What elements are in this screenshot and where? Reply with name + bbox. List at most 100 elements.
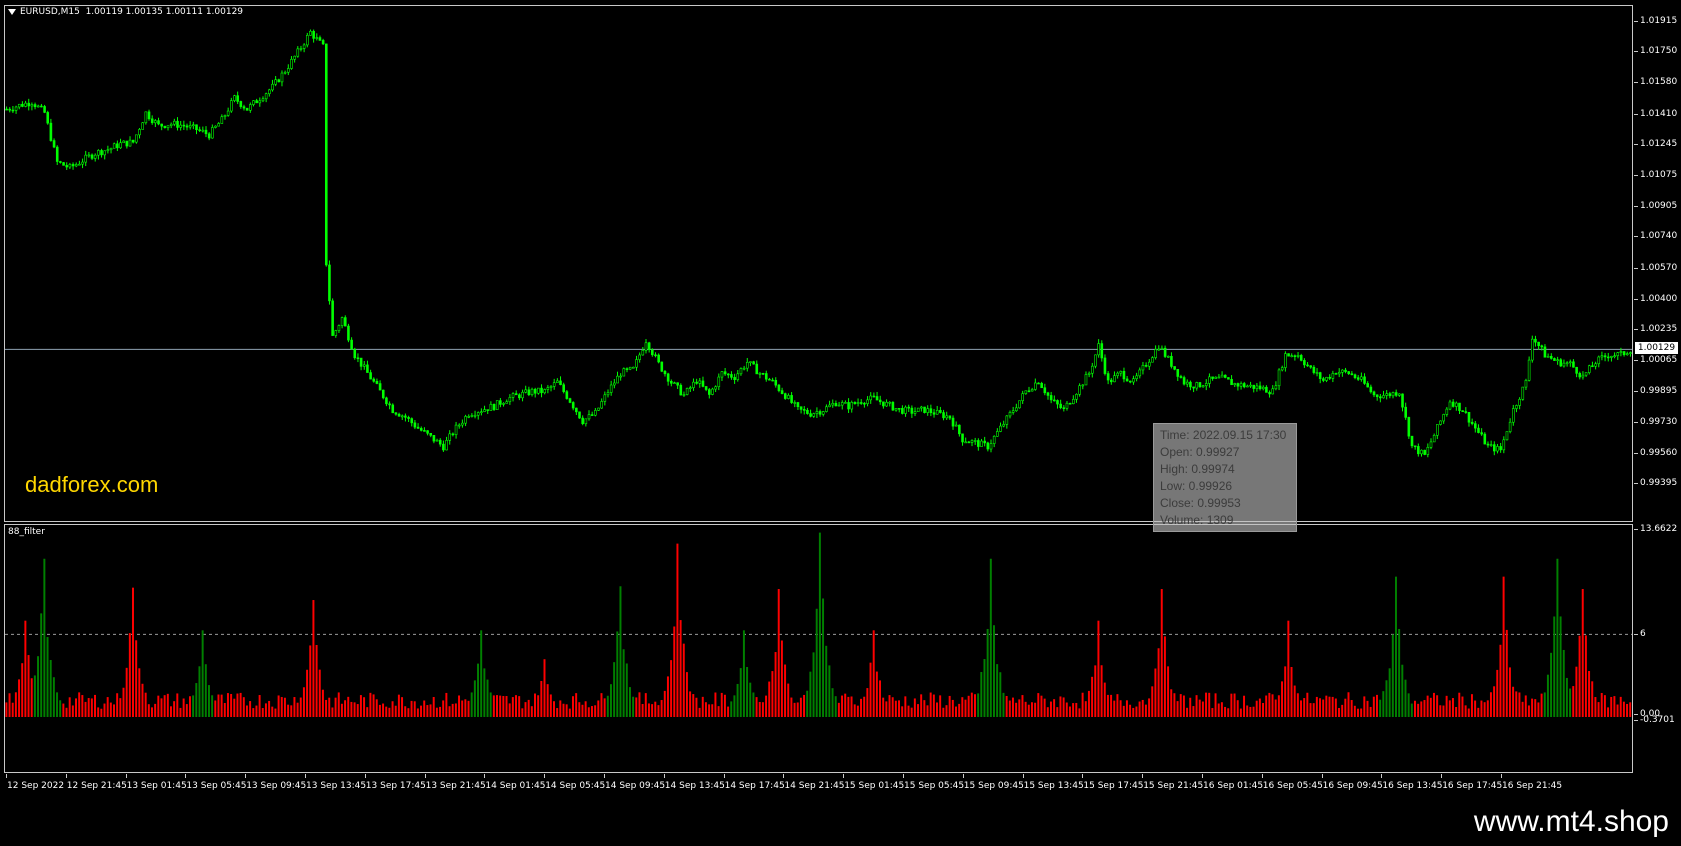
histogram-bar bbox=[1464, 705, 1467, 717]
candle-body bbox=[840, 402, 844, 406]
candle-body bbox=[429, 432, 433, 436]
histogram-bar bbox=[787, 683, 790, 717]
candle-body bbox=[537, 387, 540, 394]
time-axis-label: 13 Sep 17:45 bbox=[365, 781, 426, 791]
candle-body bbox=[217, 123, 220, 127]
histogram-bar bbox=[594, 705, 597, 717]
histogram-bar bbox=[1205, 692, 1208, 717]
candle-body bbox=[939, 410, 942, 413]
candle-body bbox=[571, 402, 575, 409]
histogram-bar bbox=[49, 660, 52, 717]
histogram-bar bbox=[793, 702, 796, 717]
candle-body bbox=[321, 40, 325, 45]
histogram-bar bbox=[964, 699, 967, 717]
histogram-bar bbox=[958, 703, 961, 717]
histogram-bar bbox=[1059, 696, 1062, 717]
current-price-label: 1.00129 bbox=[1635, 342, 1678, 355]
price-axis-tick bbox=[1634, 391, 1638, 393]
histogram-bar bbox=[359, 695, 362, 717]
histogram-bar bbox=[97, 707, 100, 717]
candle-body bbox=[533, 388, 537, 394]
histogram-bar bbox=[1508, 667, 1511, 717]
candle-body bbox=[90, 154, 94, 159]
histogram-bar bbox=[261, 708, 264, 717]
candle-body bbox=[214, 125, 217, 128]
candle-body bbox=[1280, 367, 1284, 371]
candle-body bbox=[233, 95, 236, 101]
bar-info-tooltip: Time: 2022.09.15 17:30 Open: 0.99927 Hig… bbox=[1153, 423, 1297, 532]
histogram-bar bbox=[40, 613, 43, 717]
candle-body bbox=[268, 89, 271, 95]
histogram-bar bbox=[11, 702, 14, 717]
caret-down-icon[interactable] bbox=[8, 8, 16, 15]
histogram-bar bbox=[882, 697, 885, 717]
histogram-bar bbox=[606, 695, 609, 717]
candle-body bbox=[128, 139, 132, 147]
histogram-bar bbox=[1325, 695, 1328, 717]
histogram-bar bbox=[5, 702, 8, 717]
histogram-bar bbox=[188, 696, 191, 717]
candle-body bbox=[780, 390, 784, 394]
candle-body bbox=[1385, 393, 1388, 396]
tooltip-close: Close: 0.99953 bbox=[1160, 496, 1241, 510]
time-axis-tick bbox=[962, 774, 964, 778]
histogram-bar bbox=[1420, 701, 1423, 717]
candle-body bbox=[249, 104, 252, 111]
histogram-bar bbox=[698, 707, 701, 717]
candle-body bbox=[1255, 385, 1259, 389]
histogram-bar bbox=[223, 703, 226, 717]
footer-bar bbox=[0, 798, 1681, 846]
histogram-bar bbox=[1141, 699, 1144, 717]
indicator-panel[interactable] bbox=[4, 524, 1633, 773]
indicator-axis[interactable]: 13.6622 6 0.00 -0.3701 bbox=[1634, 524, 1681, 773]
candle-body bbox=[131, 139, 135, 143]
histogram-bar bbox=[81, 695, 84, 717]
candlestick-chart[interactable] bbox=[5, 6, 1632, 521]
candle-body bbox=[24, 102, 27, 107]
candle-body bbox=[1524, 380, 1528, 388]
candle-body bbox=[445, 440, 448, 451]
candle-body bbox=[226, 110, 230, 116]
time-axis[interactable]: 12 Sep 2022 12 Sep 21:45 13 Sep 01:45 13 Se… bbox=[4, 774, 1633, 798]
candle-body bbox=[302, 44, 306, 49]
candle-body bbox=[473, 414, 477, 417]
candle-body bbox=[1502, 439, 1506, 451]
candle-body bbox=[758, 373, 762, 375]
histogram-bar bbox=[765, 695, 768, 717]
candle-body bbox=[1318, 372, 1322, 379]
histogram-bar bbox=[983, 659, 986, 717]
histogram-bar bbox=[647, 703, 650, 717]
histogram-bar bbox=[1486, 700, 1489, 717]
price-chart-panel[interactable] bbox=[4, 5, 1633, 522]
indicator-histogram[interactable] bbox=[5, 525, 1632, 772]
candle-body bbox=[961, 433, 964, 443]
candle-body bbox=[220, 116, 224, 124]
candle-body bbox=[1489, 444, 1493, 446]
tooltip-open: Open: 0.99927 bbox=[1160, 445, 1240, 459]
candle-body bbox=[318, 37, 322, 41]
histogram-bar bbox=[939, 695, 942, 717]
histogram-bar bbox=[1521, 701, 1524, 717]
price-axis-label: 0.99895 bbox=[1640, 386, 1678, 397]
histogram-bar bbox=[708, 704, 711, 717]
histogram-bar bbox=[1448, 700, 1451, 717]
histogram-bar bbox=[970, 692, 973, 717]
candle-body bbox=[407, 417, 410, 419]
candle-body bbox=[1103, 357, 1107, 374]
histogram-bar bbox=[94, 694, 96, 717]
price-axis[interactable]: 1.01915 1.01750 1.01580 1.01410 1.01245 1.010… bbox=[1634, 5, 1681, 522]
candle-body bbox=[283, 71, 287, 74]
histogram-bar bbox=[942, 707, 945, 717]
candle-body bbox=[790, 395, 793, 403]
candle-body bbox=[894, 408, 898, 411]
histogram-bar bbox=[1186, 707, 1189, 717]
price-axis-tick bbox=[1634, 82, 1638, 84]
candle-body bbox=[1043, 387, 1047, 394]
histogram-bar bbox=[1220, 702, 1223, 717]
histogram-bar bbox=[565, 704, 568, 717]
candle-body bbox=[1312, 366, 1316, 373]
histogram-bar bbox=[540, 680, 543, 717]
price-axis-tick bbox=[1634, 113, 1638, 115]
histogram-bar bbox=[917, 704, 919, 717]
candle-body bbox=[777, 384, 781, 391]
